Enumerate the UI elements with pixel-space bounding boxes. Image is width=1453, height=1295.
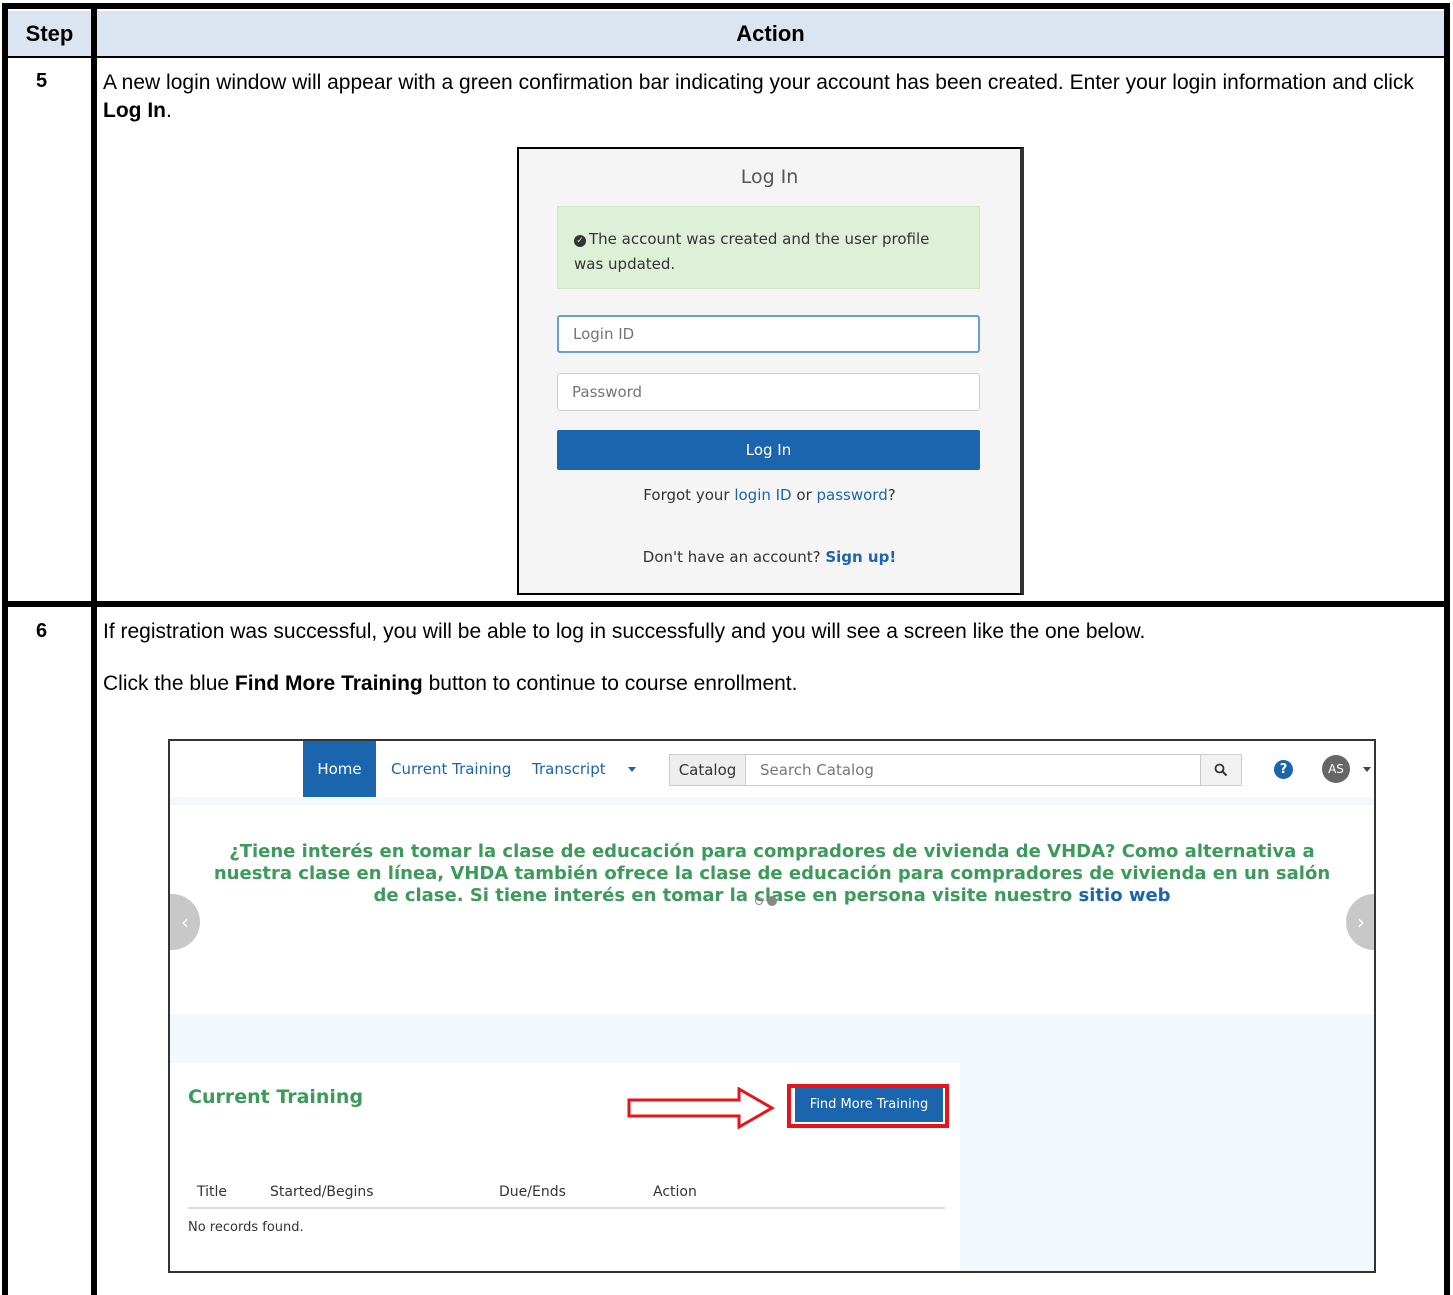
carousel-dot-1[interactable] xyxy=(755,897,763,905)
nav-current-training[interactable]: Current Training xyxy=(391,741,511,797)
step-5-text: A new login window will appear with a gr… xyxy=(103,71,1414,94)
header-action: Action xyxy=(97,11,1444,56)
success-alert: ✓ The account was created and the user pr… xyxy=(557,206,980,289)
forgot-password-link[interactable]: password xyxy=(817,486,888,504)
search-input[interactable]: Search Catalog xyxy=(745,754,1201,786)
column-divider xyxy=(91,3,97,1295)
search-button[interactable] xyxy=(1200,754,1242,786)
search-icon xyxy=(1214,763,1228,777)
table-border-right xyxy=(1444,3,1450,1295)
carousel-indicators xyxy=(755,896,777,906)
chevron-down-icon[interactable] xyxy=(628,767,636,772)
forgot-login-id-link[interactable]: login ID xyxy=(734,486,791,504)
password-input[interactable] xyxy=(557,373,980,411)
step-6-line1: If registration was successful, you will… xyxy=(103,620,1146,643)
step-6-text-end: button to continue to course enrollment. xyxy=(422,672,798,695)
step-6-text: Click the blue xyxy=(103,672,235,695)
check-circle-icon: ✓ xyxy=(574,235,586,247)
highlight-box xyxy=(787,1084,949,1128)
sitio-web-link[interactable]: sitio web xyxy=(1079,885,1171,906)
login-screenshot: Log In ✓ The account was created and the … xyxy=(517,147,1024,595)
nav-transcript[interactable]: Transcript xyxy=(532,741,606,797)
announcement-carousel xyxy=(170,805,1374,1014)
step-5-text-end: . xyxy=(165,99,172,122)
chevron-left-icon: ‹ xyxy=(181,910,189,934)
table-border-left xyxy=(2,3,8,1295)
table-header-rule xyxy=(188,1207,945,1209)
red-arrow-icon xyxy=(627,1087,775,1129)
table-border-top xyxy=(2,3,1450,9)
step-number-5: 5 xyxy=(36,70,48,92)
signup-prefix: Don't have an account? xyxy=(642,548,826,566)
help-icon[interactable]: ? xyxy=(1274,760,1293,779)
login-button[interactable]: Log In xyxy=(557,430,980,470)
avatar-chevron-down-icon[interactable] xyxy=(1363,767,1371,772)
login-title: Log In xyxy=(740,166,799,188)
step-5-instructions: A new login window will appear with a gr… xyxy=(103,69,1433,125)
catalog-label[interactable]: Catalog xyxy=(669,754,746,786)
step-6-bold: Find More Training xyxy=(234,672,423,695)
current-training-title: Current Training xyxy=(188,1086,364,1108)
forgot-or: or xyxy=(791,486,817,504)
banner-band xyxy=(170,797,1374,805)
step-number-6: 6 xyxy=(36,620,48,642)
carousel-dot-2-active[interactable] xyxy=(767,896,777,906)
step-6-line2: Click the blue Find More Training button… xyxy=(103,670,1443,698)
signup-line: Don't have an account? Sign up! xyxy=(519,548,1020,566)
forgot-suffix: ? xyxy=(887,486,896,504)
forgot-line: Forgot your login ID or password? xyxy=(519,486,1020,504)
header-step: Step xyxy=(8,11,91,56)
header-rule xyxy=(2,56,1450,58)
avatar[interactable]: AS xyxy=(1322,755,1350,783)
forgot-prefix: Forgot your xyxy=(643,486,735,504)
nav-home[interactable]: Home xyxy=(303,741,376,797)
column-due[interactable]: Due/Ends xyxy=(499,1184,566,1200)
column-started[interactable]: Started/Begins xyxy=(270,1184,374,1200)
column-title[interactable]: Title xyxy=(197,1184,227,1200)
empty-message: No records found. xyxy=(188,1220,304,1235)
login-id-input[interactable] xyxy=(557,315,980,353)
alert-text: The account was created and the user pro… xyxy=(574,230,930,273)
lms-home-screenshot: Home Current Training Transcript Catalog… xyxy=(168,739,1376,1273)
chevron-right-icon: › xyxy=(1357,910,1365,934)
column-action[interactable]: Action xyxy=(653,1184,697,1200)
signup-link[interactable]: Sign up! xyxy=(825,548,896,566)
row-divider xyxy=(2,601,1450,607)
step-5-bold: Log In xyxy=(103,99,166,122)
